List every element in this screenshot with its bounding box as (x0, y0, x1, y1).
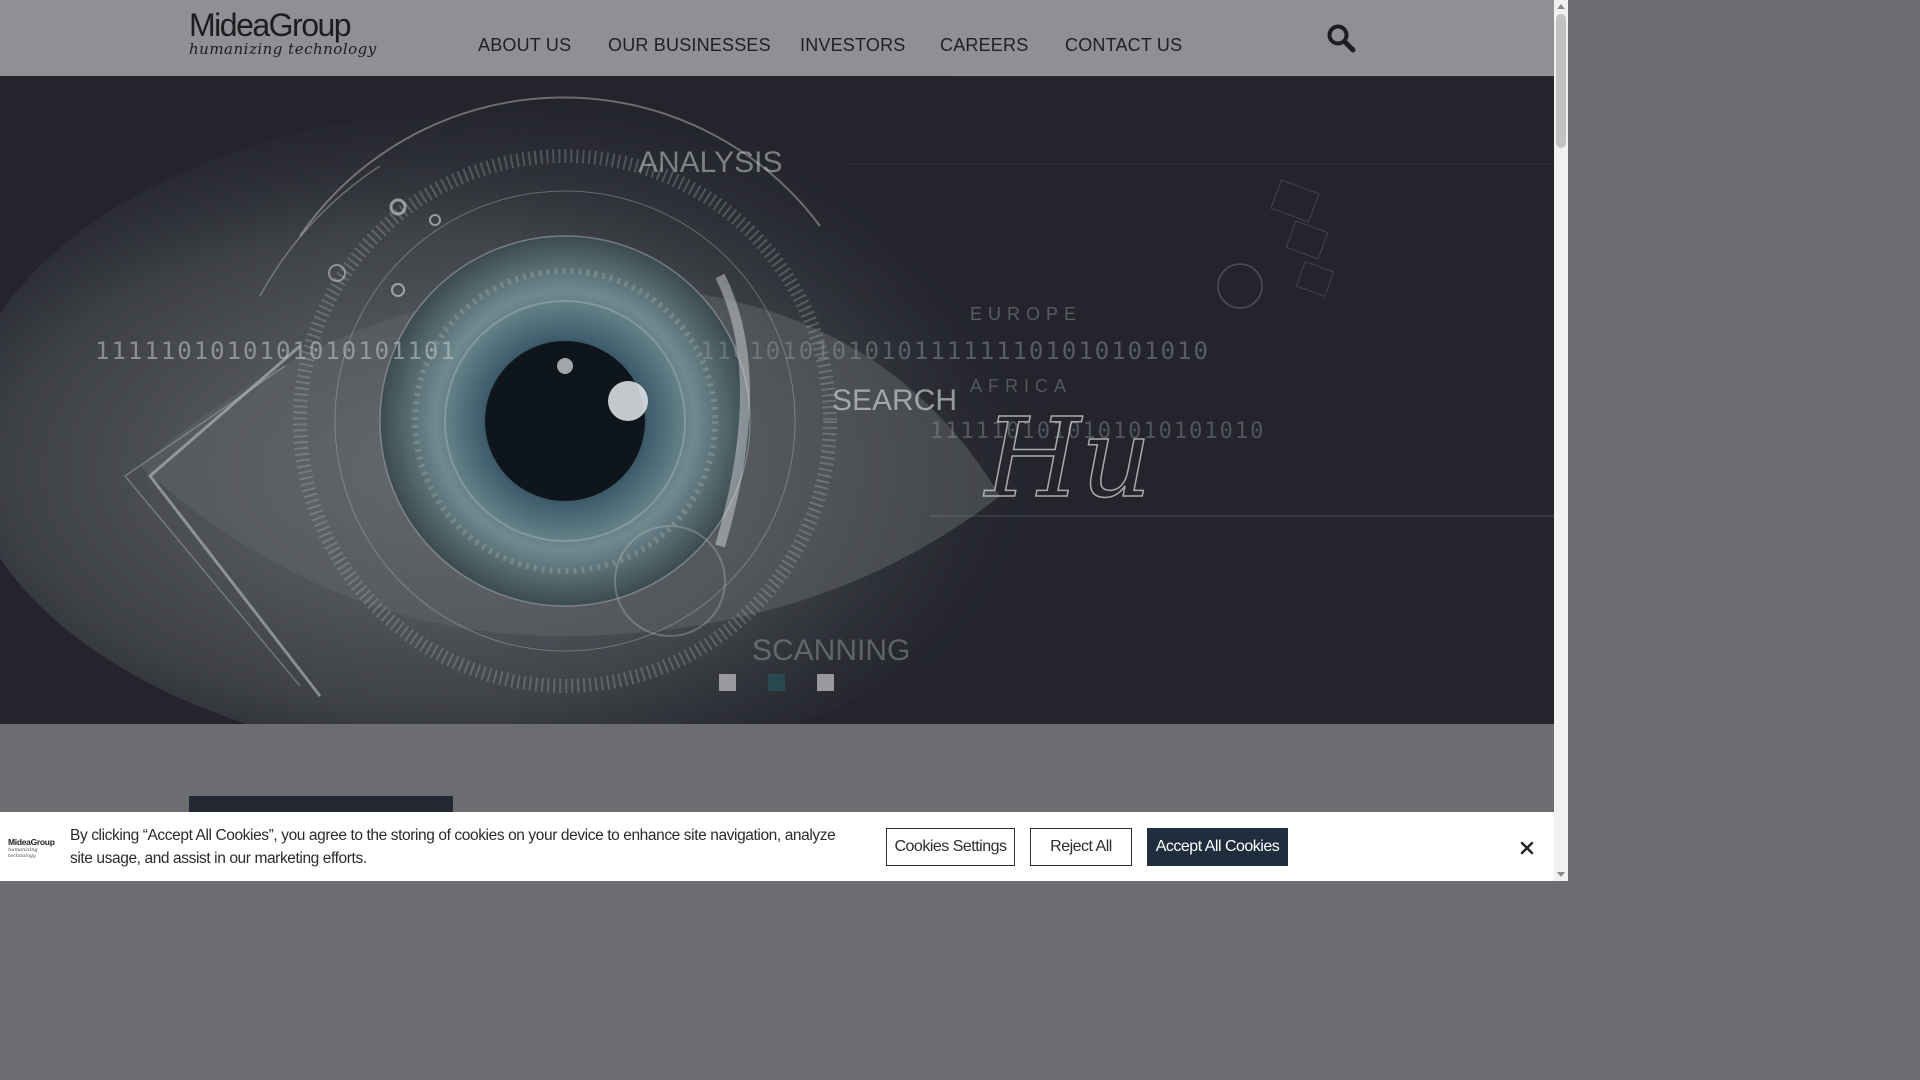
cookie-banner-logo: MideaGroup humanizing technology (8, 837, 64, 860)
hero-eye-image: ANALYSIS SEARCH SCANNING EUROPE AFRICA 1… (0, 76, 1554, 724)
cookie-logo-tagline: humanizing technology (8, 847, 38, 859)
cookies-settings-button[interactable]: Cookies Settings (886, 828, 1015, 866)
search-button[interactable] (1325, 22, 1357, 54)
close-icon (1520, 841, 1534, 855)
logo-tagline: humanizing technology (189, 40, 377, 58)
logo-wordmark: MideaGroup (189, 7, 352, 43)
hero-banner: ANALYSIS SEARCH SCANNING EUROPE AFRICA 1… (0, 76, 1554, 724)
carousel-dot-2[interactable] (768, 674, 785, 691)
nav-contact-us[interactable]: CONTACT US (1065, 35, 1182, 56)
hero-word-search: SEARCH (832, 384, 957, 417)
nav-careers[interactable]: CAREERS (940, 35, 1028, 56)
page-scrollbar[interactable] (1554, 0, 1568, 881)
reject-all-button[interactable]: Reject All (1030, 828, 1132, 866)
hero-word-europe: EUROPE (970, 304, 1082, 324)
nav-investors[interactable]: INVESTORS (800, 35, 906, 56)
hero-word-scanning: SCANNING (752, 634, 910, 667)
carousel-dot-3[interactable] (817, 674, 834, 691)
scroll-up-arrow-icon[interactable] (1557, 4, 1565, 9)
accept-all-cookies-button[interactable]: Accept All Cookies (1147, 828, 1288, 866)
cookie-close-button[interactable] (1517, 838, 1537, 858)
nav-our-businesses[interactable]: OUR BUSINESSES (608, 35, 771, 56)
hero-script-word: Hu (983, 394, 1152, 522)
site-header: MideaGroup humanizing technology ABOUT U… (0, 0, 1554, 76)
hero-word-africa: AFRICA (970, 376, 1072, 396)
scroll-down-arrow-icon[interactable] (1557, 872, 1565, 877)
cookie-banner: MideaGroup humanizing technology By clic… (0, 812, 1554, 881)
carousel-dot-1[interactable] (719, 674, 736, 691)
cookie-logo-wordmark: MideaGroup (8, 837, 55, 847)
nav-about-us[interactable]: ABOUT US (478, 35, 571, 56)
hero-word-analysis: ANALYSIS (638, 146, 783, 179)
cookie-banner-text: By clicking “Accept All Cookies”, you ag… (70, 827, 836, 867)
carousel-dots (719, 674, 839, 692)
search-icon (1327, 24, 1356, 53)
midea-logo[interactable]: MideaGroup humanizing technology (189, 8, 389, 68)
hero-binary-left: 1111101010101010101101 (95, 337, 457, 365)
scrollbar-thumb[interactable] (1556, 14, 1566, 148)
hero-binary-right: 1101010101010111111101010101010 (700, 337, 1210, 365)
